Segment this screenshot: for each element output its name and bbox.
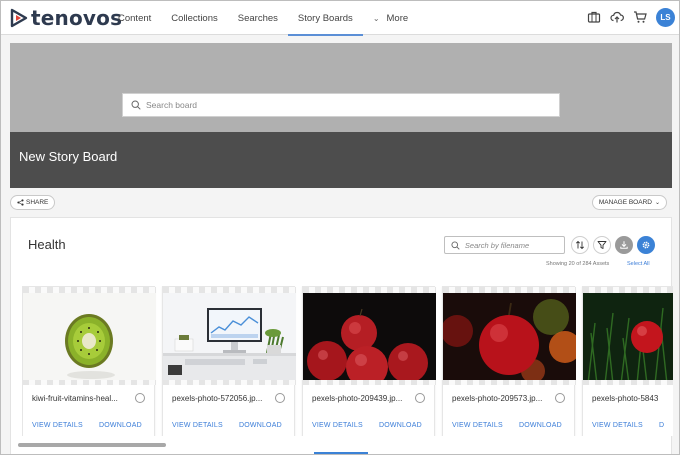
share-label: SHARE: [26, 199, 49, 206]
card-bottom-strip: [163, 380, 296, 385]
asset-card[interactable]: pexels-photo-209439.jp... VIEW DETAILS D…: [302, 286, 436, 436]
asset-filename: kiwi-fruit-vitamins-heal...: [32, 394, 118, 403]
view-details-link[interactable]: VIEW DETAILS: [592, 422, 643, 429]
select-radio[interactable]: [555, 393, 565, 403]
download-all-button[interactable]: [615, 236, 633, 254]
share-icon: [17, 199, 24, 206]
download-link[interactable]: DOWNLOAD: [379, 422, 422, 429]
top-navigation-bar: tenovos Content Collections Searches Sto…: [1, 1, 679, 36]
nav-item-label: Content: [118, 12, 152, 24]
nav-item-more[interactable]: ⌄ More: [363, 1, 418, 35]
settings-button[interactable]: [637, 236, 655, 254]
sort-arrows-icon: [575, 240, 585, 250]
board-search: [122, 93, 560, 117]
download-link[interactable]: DOWNLOAD: [239, 422, 282, 429]
asset-card[interactable]: kiwi-fruit-vitamins-heal... VIEW DETAILS…: [22, 286, 156, 436]
view-details-link[interactable]: VIEW DETAILS: [452, 422, 503, 429]
asset-card[interactable]: pexels-photo-209573.jp... VIEW DETAILS D…: [442, 286, 576, 436]
nav-item-searches[interactable]: Searches: [228, 1, 288, 35]
view-details-link[interactable]: VIEW DETAILS: [32, 422, 83, 429]
filter-icon: [597, 241, 607, 249]
search-icon: [131, 100, 141, 110]
asset-thumbnail[interactable]: [303, 293, 436, 384]
manage-board-button[interactable]: MANAGE BOARD ⌄: [591, 195, 667, 210]
share-button[interactable]: SHARE: [10, 195, 56, 210]
nav-item-label: Story Boards: [297, 12, 353, 24]
search-icon: [451, 240, 460, 250]
nav-item-collections[interactable]: Collections: [161, 1, 227, 35]
asset-card[interactable]: pexels-photo-5843 VIEW DETAILS D: [582, 286, 673, 436]
asset-thumbnail[interactable]: [443, 293, 576, 384]
asset-card-strip: kiwi-fruit-vitamins-heal... VIEW DETAILS…: [22, 286, 673, 436]
asset-thumbnail[interactable]: [23, 293, 156, 384]
asset-thumbnail[interactable]: [583, 293, 673, 384]
sort-button[interactable]: [571, 236, 589, 254]
asset-filename: pexels-photo-572056.jp...: [172, 394, 263, 403]
asset-card[interactable]: pexels-photo-572056.jp... VIEW DETAILS D…: [162, 286, 296, 436]
board-title: Health: [28, 237, 66, 252]
nav-icon-group: LS: [585, 7, 675, 27]
filename-search-input[interactable]: [464, 240, 564, 250]
avatar[interactable]: LS: [656, 7, 675, 27]
manage-board-label: MANAGE BOARD: [598, 199, 652, 206]
filter-button[interactable]: [593, 236, 611, 254]
asset-filename: pexels-photo-5843: [592, 394, 659, 403]
upload-cloud-icon[interactable]: [608, 7, 625, 27]
hero-title-band: New Story Board: [10, 132, 672, 188]
nav-item-content[interactable]: Content: [108, 1, 161, 35]
download-link[interactable]: D: [659, 422, 664, 429]
nav-item-label: Searches: [237, 12, 278, 24]
chevron-down-icon: ⌄: [372, 13, 380, 23]
view-details-link[interactable]: VIEW DETAILS: [172, 422, 223, 429]
horizontal-scrollbar[interactable]: [18, 443, 166, 447]
gear-icon: [642, 241, 650, 249]
select-radio[interactable]: [135, 393, 145, 403]
main-nav: Content Collections Searches Story Board…: [108, 1, 418, 36]
cart-icon[interactable]: [631, 7, 648, 27]
asset-filename: pexels-photo-209439.jp...: [312, 394, 403, 403]
card-bottom-strip: [303, 380, 436, 385]
download-link[interactable]: DOWNLOAD: [519, 422, 562, 429]
board-panel: Health Showing 20 of 284 Assets Select A…: [10, 217, 673, 454]
filename-search: [444, 236, 565, 254]
logo[interactable]: tenovos: [10, 6, 122, 30]
select-all-link[interactable]: Select All: [627, 261, 650, 267]
nav-item-label: Collections: [171, 12, 218, 24]
storyboard-hero: New Story Board: [10, 43, 672, 188]
download-icon: [620, 241, 628, 249]
page-title[interactable]: New Story Board: [19, 149, 117, 164]
card-bottom-strip: [443, 380, 576, 385]
asset-count: Showing 20 of 284 Assets: [546, 261, 610, 267]
briefcase-icon[interactable]: [585, 7, 602, 27]
board-search-input[interactable]: [146, 100, 546, 110]
app-window: tenovos Content Collections Searches Sto…: [0, 0, 680, 455]
nav-item-story-boards[interactable]: Story Boards: [287, 1, 363, 36]
select-radio[interactable]: [275, 393, 285, 403]
logo-icon: [10, 8, 28, 28]
card-bottom-strip: [23, 380, 156, 385]
asset-filename: pexels-photo-209573.jp...: [452, 394, 543, 403]
asset-thumbnail[interactable]: [163, 293, 296, 384]
select-radio[interactable]: [415, 393, 425, 403]
view-details-link[interactable]: VIEW DETAILS: [312, 422, 363, 429]
nav-item-label: More: [386, 12, 409, 24]
download-link[interactable]: DOWNLOAD: [99, 422, 142, 429]
chevron-down-icon: ⌄: [654, 200, 660, 206]
card-bottom-strip: [583, 380, 673, 385]
